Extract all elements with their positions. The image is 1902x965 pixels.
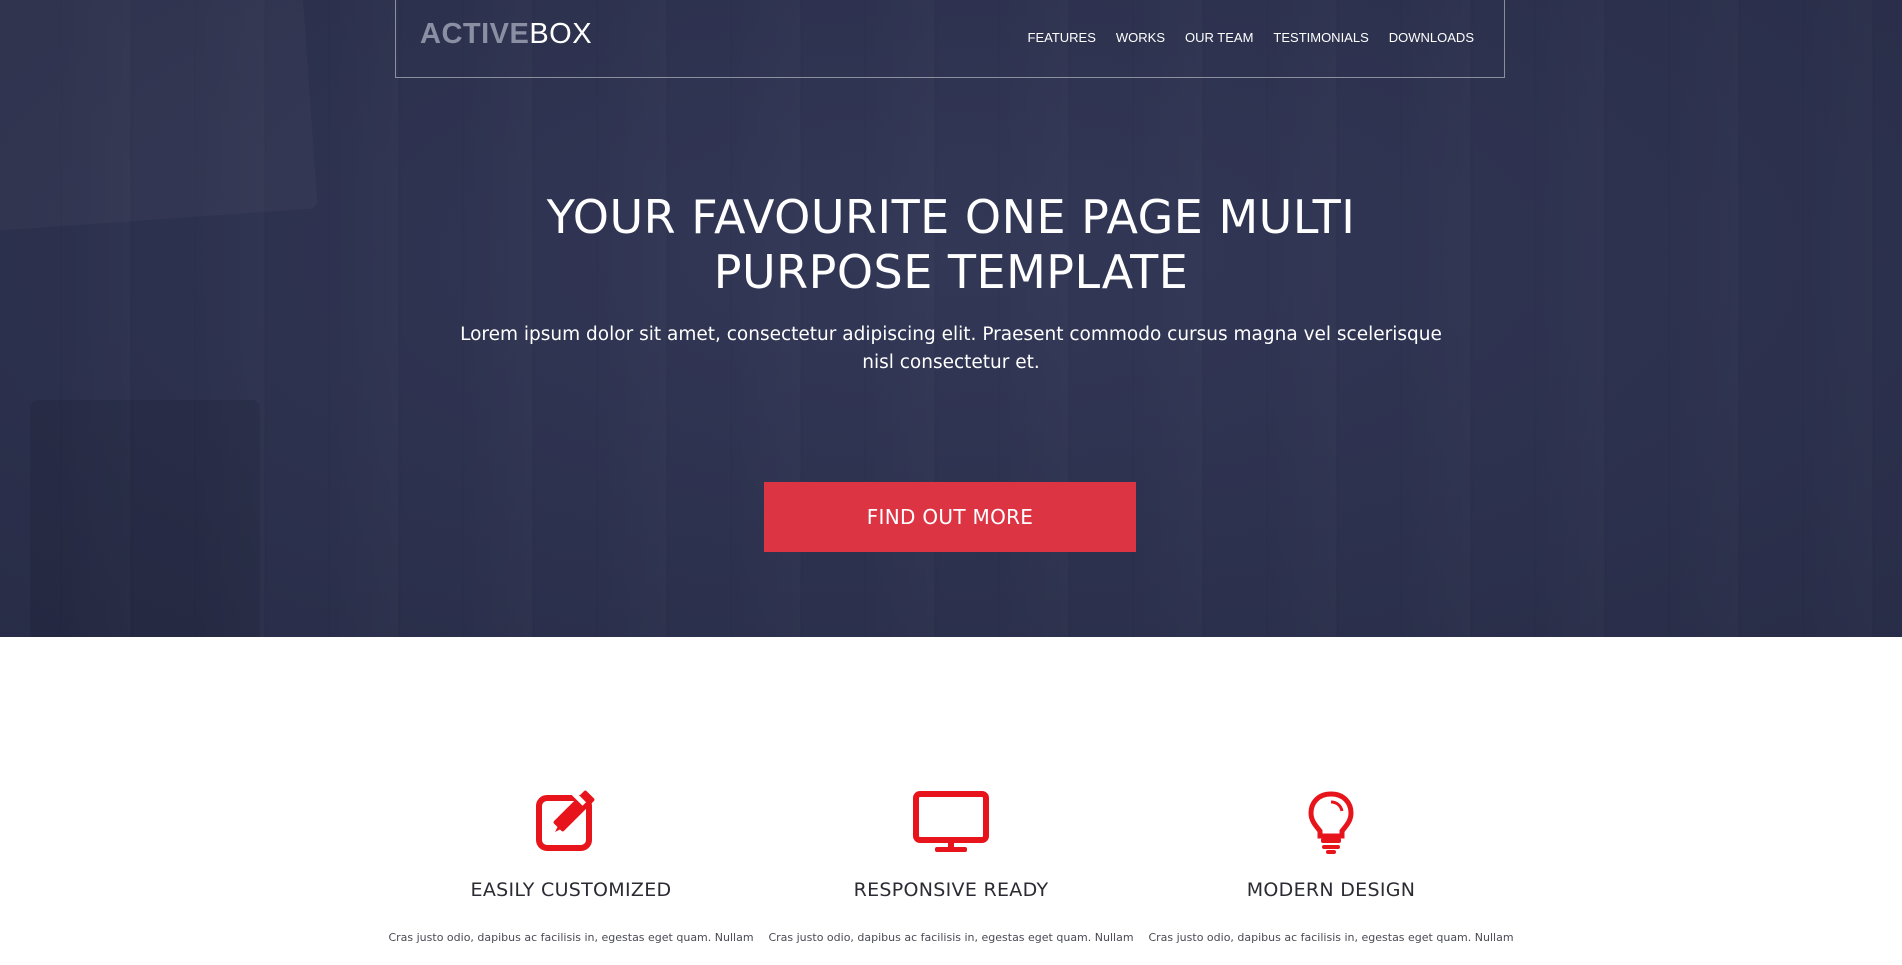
monitor-icon <box>913 791 989 852</box>
hero-subtitle: Lorem ipsum dolor sit amet, consectetur … <box>460 324 1442 373</box>
lightbulb-icon <box>1308 791 1354 854</box>
feature-title: EASILY CUSTOMIZED <box>470 879 672 901</box>
feature-text: Cras justo odio, dapibus ac facilisis in… <box>388 931 754 944</box>
hero-title: YOUR FAVOURITE ONE PAGE MULTI PURPOSE TE… <box>546 190 1356 299</box>
nav-item-downloads[interactable]: DOWNLOADS <box>1389 30 1474 45</box>
feature-title: MODERN DESIGN <box>1246 879 1416 901</box>
logo[interactable]: ACTIVEBOX <box>420 20 592 49</box>
find-out-more-button[interactable]: FIND OUT MORE <box>764 482 1136 552</box>
nav-item-our-team[interactable]: OUR TEAM <box>1185 30 1253 45</box>
feature-responsive-ready: RESPONSIVE READY Cras justo odio, dapibu… <box>761 790 1141 946</box>
feature-modern-design: MODERN DESIGN Cras justo odio, dapibus a… <box>1141 790 1521 946</box>
edit-pencil-icon <box>536 790 595 851</box>
logo-part-box: BOX <box>529 18 593 50</box>
main-nav: FEATURES WORKS OUR TEAM TESTIMONIALS DOW… <box>1028 30 1475 45</box>
feature-easily-customized: EASILY CUSTOMIZED Cras justo odio, dapib… <box>381 790 761 946</box>
nav-item-features[interactable]: FEATURES <box>1028 30 1096 45</box>
feature-text: Cras justo odio, dapibus ac facilisis in… <box>1148 931 1514 944</box>
nav-item-testimonials[interactable]: TESTIMONIALS <box>1273 30 1368 45</box>
nav-item-works[interactable]: WORKS <box>1116 30 1165 45</box>
logo-part-active: ACTIVE <box>420 18 530 50</box>
navbar: ACTIVEBOX FEATURES WORKS OUR TEAM TESTIM… <box>395 0 1505 78</box>
feature-title: RESPONSIVE READY <box>853 879 1049 901</box>
feature-text: Cras justo odio, dapibus ac facilisis in… <box>768 931 1134 944</box>
hero-section: ACTIVEBOX FEATURES WORKS OUR TEAM TESTIM… <box>0 0 1902 637</box>
